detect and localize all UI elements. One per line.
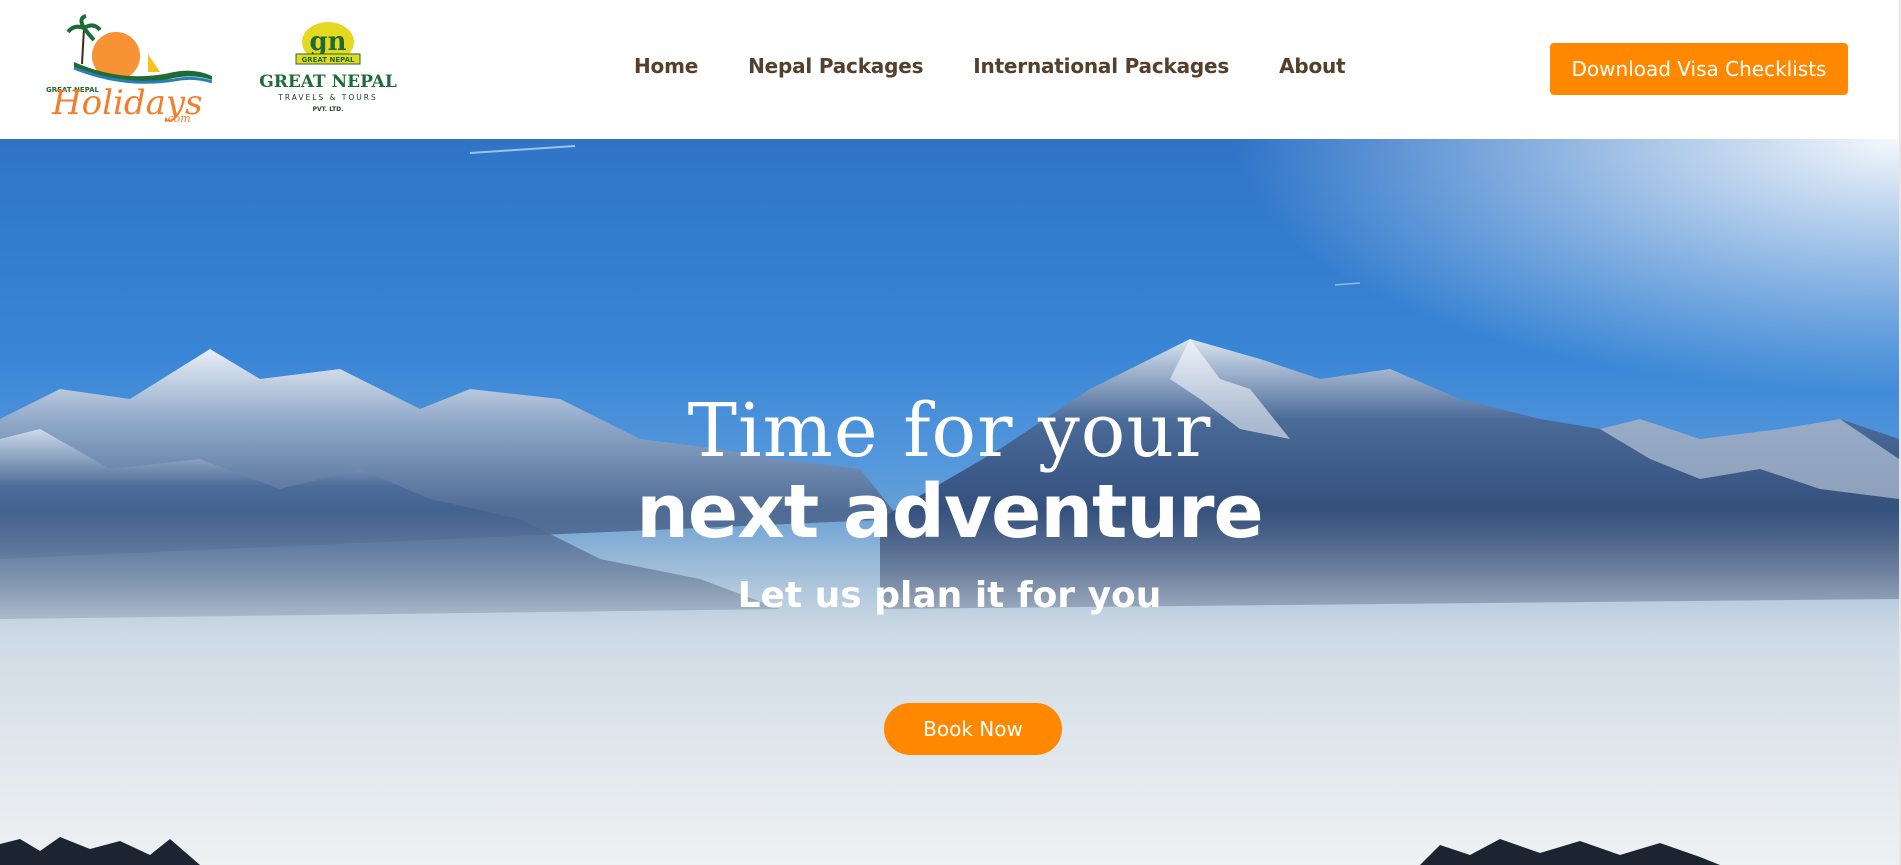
holidays-logo-suffix: .com <box>164 112 191 124</box>
nav-about[interactable]: About <box>1279 54 1346 78</box>
hero-heading-line2: next adventure <box>636 469 1264 555</box>
download-visa-checklists-button[interactable]: Download Visa Checklists <box>1550 43 1848 95</box>
site-header: GREAT NEPAL Holidays .com gn GREAT NEPAL… <box>0 0 1899 139</box>
gn-subtitle: TRAVELS & TOURS <box>277 93 378 102</box>
hero-subheading: Let us plan it for you <box>737 575 1162 616</box>
hero-section: Time for your next adventure Let us plan… <box>0 139 1899 865</box>
gn-suffix: PVT. LTD. <box>313 106 344 113</box>
gn-title: GREAT NEPAL <box>259 72 397 92</box>
great-nepal-travels-logo[interactable]: gn GREAT NEPAL GREAT NEPAL TRAVELS & TOU… <box>258 20 398 120</box>
book-now-button[interactable]: Book Now <box>884 703 1062 755</box>
gn-badge-text: GREAT NEPAL <box>301 56 355 64</box>
main-nav: Home Nepal Packages International Packag… <box>634 54 1346 78</box>
nav-international-packages[interactable]: International Packages <box>973 54 1229 78</box>
holidays-logo[interactable]: GREAT NEPAL Holidays .com <box>44 14 212 124</box>
nav-home[interactable]: Home <box>634 54 698 78</box>
nav-nepal-packages[interactable]: Nepal Packages <box>748 54 923 78</box>
gn-monogram: gn <box>309 27 346 57</box>
hero-heading-line1: Time for your <box>687 388 1212 474</box>
